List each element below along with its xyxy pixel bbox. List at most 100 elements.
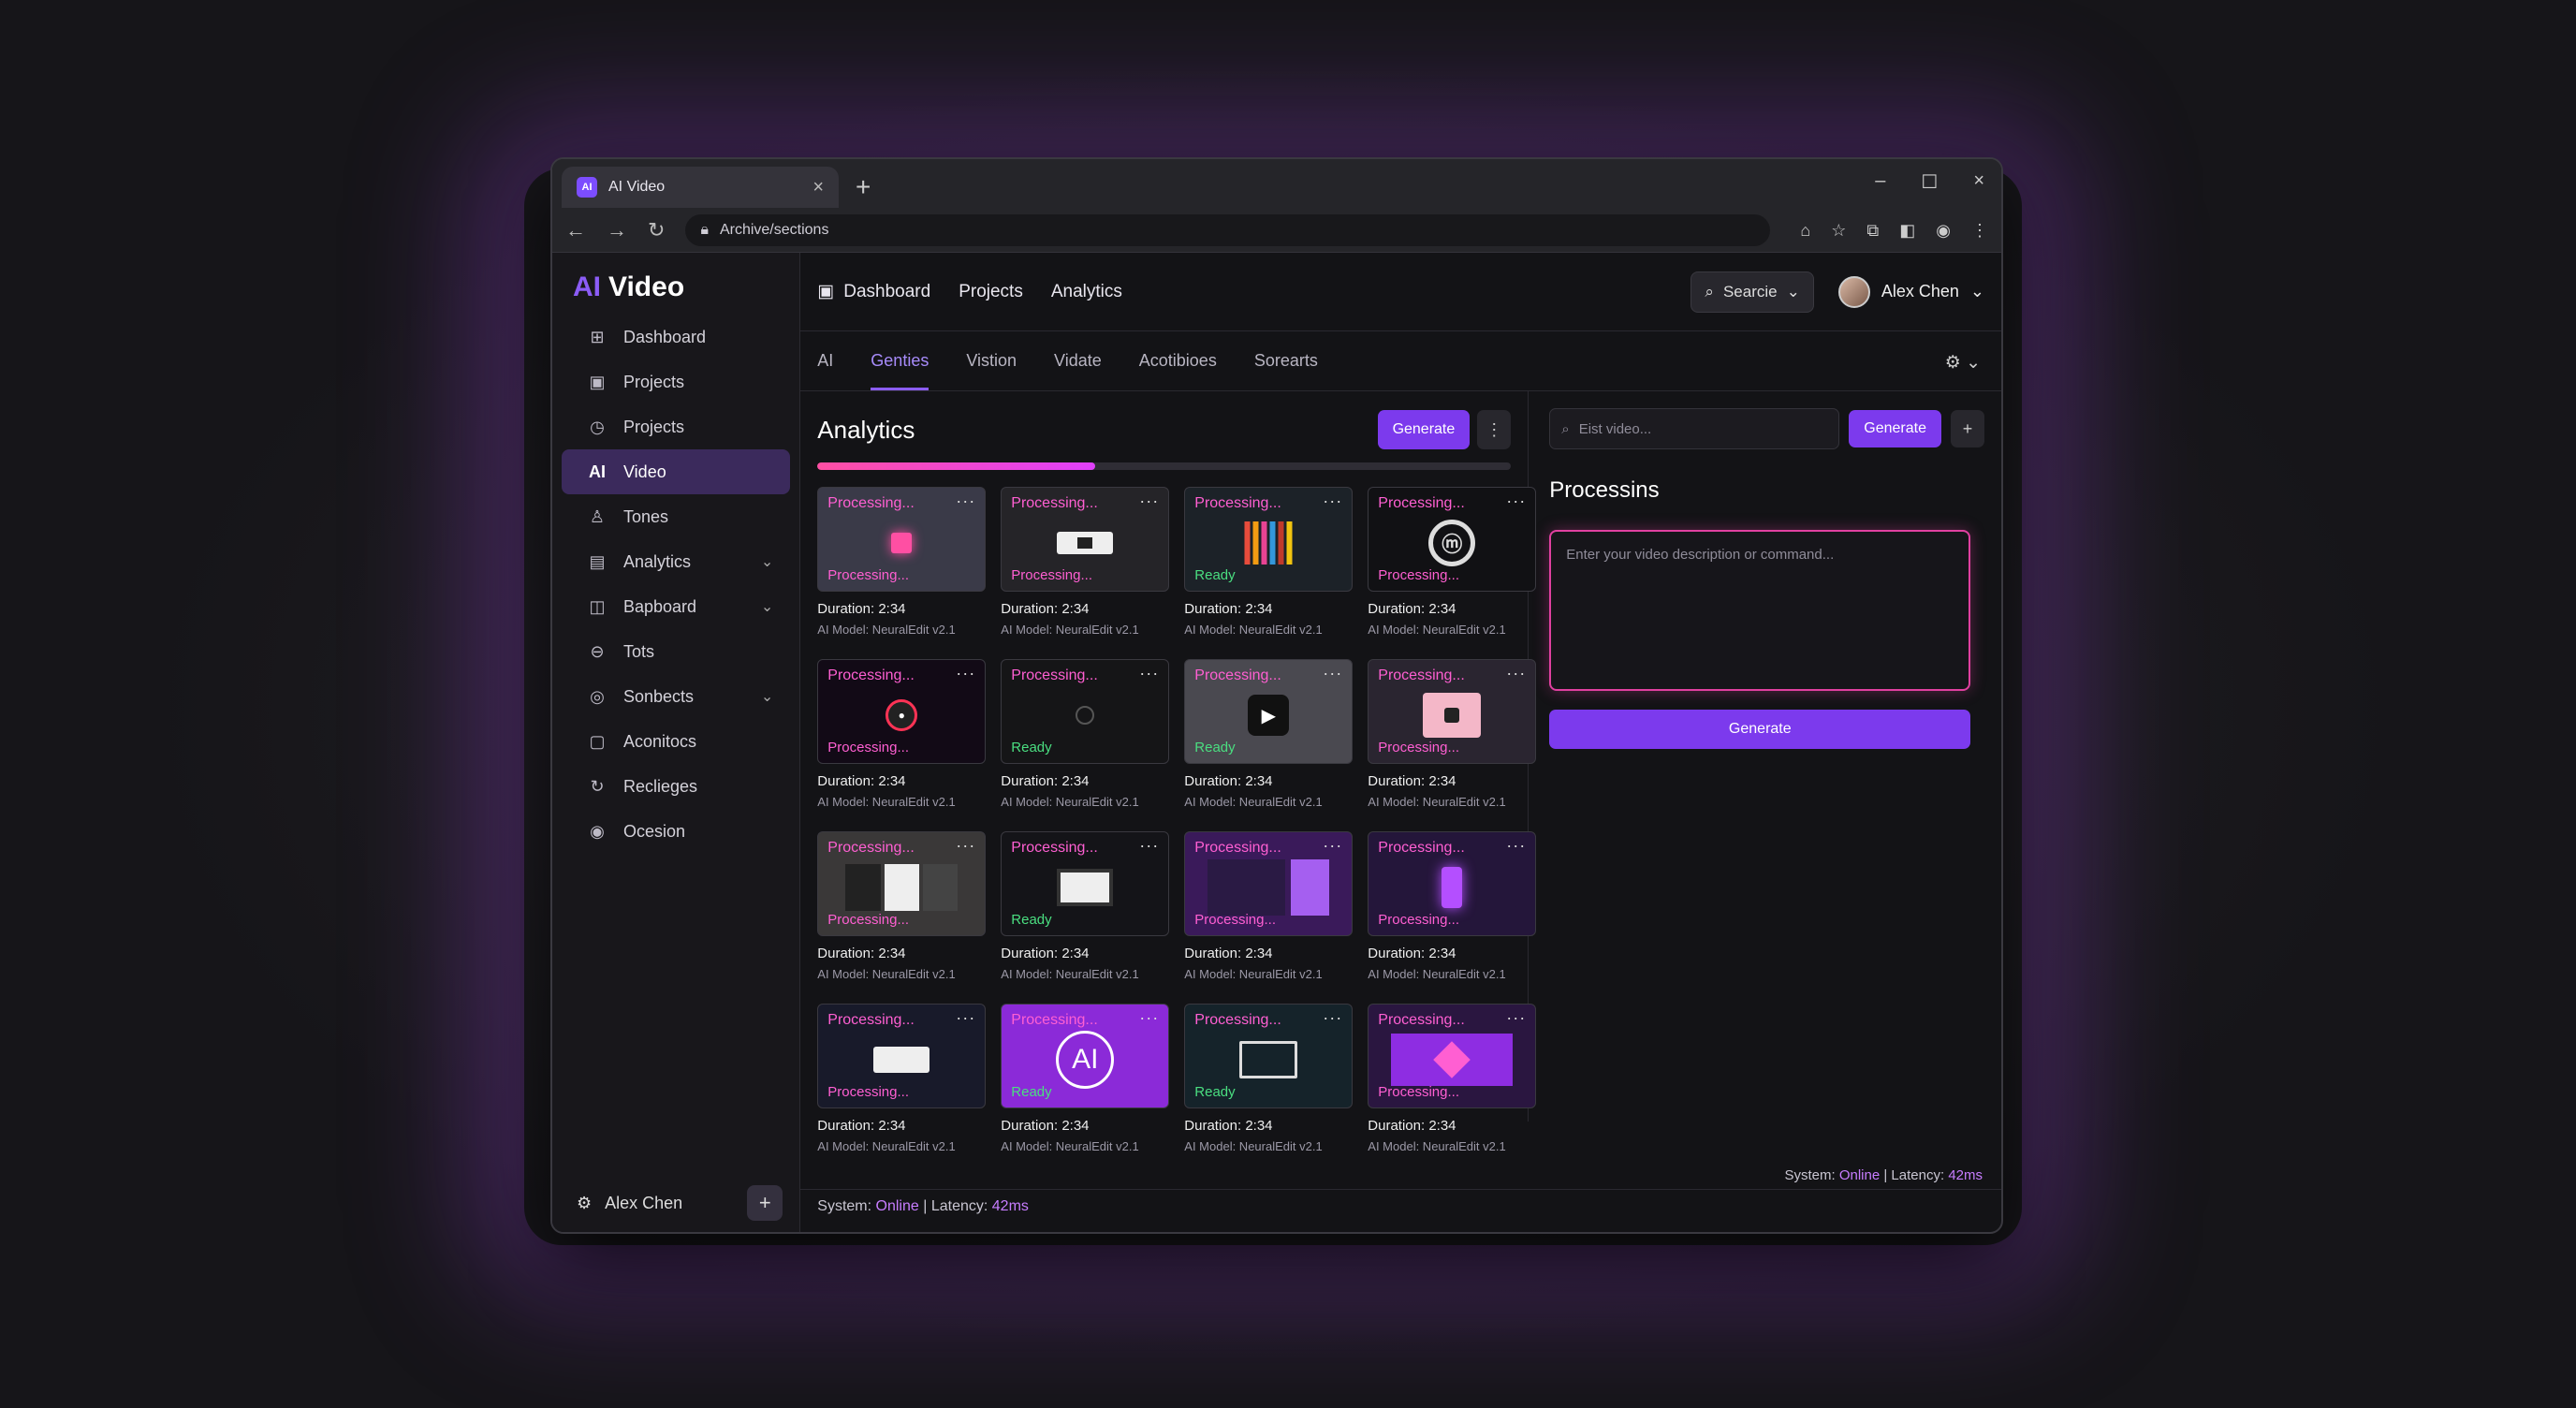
sidebar-toggle-icon[interactable]: ◧ xyxy=(1899,221,1915,241)
profile-icon[interactable]: ◉ xyxy=(1936,221,1951,241)
maximize-icon[interactable]: ☐ xyxy=(1921,170,1938,194)
app-logo[interactable]: AI Video xyxy=(552,260,799,315)
sidebar-item-aconitocs[interactable]: ▢ Aconitocs xyxy=(562,719,790,764)
video-thumbnail[interactable]: ● Processing... ··· Processing... xyxy=(817,659,987,764)
video-card[interactable]: Processing... ··· Processing... Duration… xyxy=(817,487,987,646)
settings-gear-icon[interactable]: ⚙ ⌄ xyxy=(1945,352,1981,374)
sidebar-item-projects[interactable]: ◷ Projects xyxy=(562,404,790,449)
tab-acotibioes[interactable]: Acotibioes xyxy=(1139,351,1217,390)
video-card[interactable]: Processing... ··· Processing... Duration… xyxy=(1368,1004,1537,1163)
video-card[interactable]: AI Processing... ··· Ready Duration: 2:3… xyxy=(1001,1004,1170,1163)
video-thumbnail[interactable]: Processing... ··· Processing... xyxy=(817,487,987,592)
video-card[interactable]: ● Processing... ··· Processing... Durati… xyxy=(817,659,987,818)
search-dropdown[interactable]: ⌕ Searcie ⌄ xyxy=(1690,271,1814,313)
footer-user-name[interactable]: Alex Chen xyxy=(605,1194,734,1213)
generate-video-button[interactable]: Generate xyxy=(1549,710,1971,749)
more-options-icon[interactable]: ··· xyxy=(956,836,975,856)
sidebar-item-tones[interactable]: ♙ Tones xyxy=(562,494,790,539)
video-thumbnail[interactable]: Processing... ··· Processing... xyxy=(817,1004,987,1108)
video-thumbnail[interactable]: Processing... ··· Processing... xyxy=(1001,487,1170,592)
video-thumbnail[interactable]: ▶ Processing... ··· Ready xyxy=(1184,659,1354,764)
more-options-icon[interactable]: ··· xyxy=(1506,836,1526,856)
more-options-icon[interactable]: ··· xyxy=(1506,664,1526,683)
more-options-icon[interactable]: ··· xyxy=(956,491,975,511)
more-options-icon[interactable]: ··· xyxy=(1139,1008,1159,1028)
tab-genties[interactable]: Genties xyxy=(871,351,929,390)
video-thumbnail[interactable]: Processing... ··· Ready xyxy=(1184,1004,1354,1108)
topnav-analytics[interactable]: Analytics xyxy=(1051,282,1122,302)
settings-icon[interactable]: ⚙ xyxy=(577,1194,592,1213)
video-thumbnail[interactable]: Processing... ··· Processing... xyxy=(1368,1004,1537,1108)
video-card[interactable]: Processing... ··· Ready Duration: 2:34 A… xyxy=(1001,831,1170,990)
more-options-icon[interactable]: ··· xyxy=(956,1008,975,1028)
video-thumbnail[interactable]: Processing... ··· Ready xyxy=(1001,831,1170,936)
minimize-icon[interactable]: – xyxy=(1875,170,1885,194)
more-options-icon[interactable]: ··· xyxy=(1139,664,1159,683)
video-card[interactable]: Processing... ··· Ready Duration: 2:34 A… xyxy=(1184,1004,1354,1163)
generate-button[interactable]: Generate xyxy=(1377,410,1471,449)
sidebar-item-ocesion[interactable]: ◉ Ocesion xyxy=(562,809,790,854)
video-thumbnail[interactable]: Processing... ··· Ready xyxy=(1001,659,1170,764)
generate-button[interactable]: Generate xyxy=(1849,410,1941,447)
new-tab-icon[interactable]: + xyxy=(856,172,871,202)
topnav-dashboard[interactable]: ▣ Dashboard xyxy=(817,281,930,302)
more-options-icon[interactable]: ··· xyxy=(1323,836,1342,856)
more-options-icon[interactable]: ··· xyxy=(1323,491,1342,511)
video-thumbnail[interactable]: Processing... ··· Processing... xyxy=(1184,831,1354,936)
close-tab-icon[interactable]: × xyxy=(812,177,824,198)
video-thumbnail[interactable]: Processing... ··· Ready xyxy=(1184,487,1354,592)
tab-vistion[interactable]: Vistion xyxy=(966,351,1017,390)
more-options-icon[interactable]: ··· xyxy=(1506,1008,1526,1028)
sidebar-item-sonbects[interactable]: ◎ Sonbects ⌄ xyxy=(562,674,790,719)
more-options-icon[interactable]: ⋮ xyxy=(1477,410,1512,449)
add-button[interactable]: + xyxy=(747,1185,783,1221)
sidebar-item-reclieges[interactable]: ↻ Reclieges xyxy=(562,764,790,809)
video-search-input[interactable]: ⌕ Eist video... xyxy=(1549,408,1840,449)
video-card[interactable]: Processing... ··· Processing... Duration… xyxy=(817,831,987,990)
more-options-icon[interactable]: ··· xyxy=(1323,664,1342,683)
user-menu[interactable]: Alex Chen ⌄ xyxy=(1837,275,1984,308)
video-card[interactable]: Processing... ··· Processing... Duration… xyxy=(817,1004,987,1163)
more-options-icon[interactable]: ··· xyxy=(956,664,975,683)
close-window-icon[interactable]: × xyxy=(1973,170,1984,194)
sidebar-item-projects[interactable]: ▣ Projects xyxy=(562,359,790,404)
status-badge: Ready xyxy=(1011,1084,1052,1100)
more-options-icon[interactable]: ··· xyxy=(1506,491,1526,511)
tab-sorearts[interactable]: Sorearts xyxy=(1254,351,1318,390)
back-icon[interactable]: ← xyxy=(565,218,586,242)
video-card[interactable]: Processing... ··· Processing... Duration… xyxy=(1184,831,1354,990)
tab-vidate[interactable]: Vidate xyxy=(1054,351,1102,390)
browser-tab[interactable]: AI AI Video × xyxy=(562,167,839,208)
video-card[interactable]: Processing... ··· Processing... Duration… xyxy=(1368,659,1537,818)
video-card[interactable]: Processing... ··· Ready Duration: 2:34 A… xyxy=(1001,659,1170,818)
more-options-icon[interactable]: ··· xyxy=(1139,836,1159,856)
add-icon[interactable]: + xyxy=(1951,410,1984,447)
forward-icon[interactable]: → xyxy=(607,218,627,242)
video-card[interactable]: ▶ Processing... ··· Ready Duration: 2:34… xyxy=(1184,659,1354,818)
more-options-icon[interactable]: ··· xyxy=(1323,1008,1342,1028)
video-thumbnail[interactable]: Processing... ··· Processing... xyxy=(1368,831,1537,936)
sidebar-item-tots[interactable]: ⊖ Tots xyxy=(562,629,790,674)
video-thumbnail[interactable]: Processing... ··· Processing... xyxy=(817,831,987,936)
sidebar-item-dashboard[interactable]: ⊞ Dashboard xyxy=(562,315,790,359)
sidebar-item-bapboard[interactable]: ◫ Bapboard ⌄ xyxy=(562,584,790,629)
sidebar-item-video[interactable]: AI Video xyxy=(562,449,791,494)
prompt-textarea[interactable]: Enter your video description or command.… xyxy=(1549,530,1971,691)
more-options-icon[interactable]: ··· xyxy=(1139,491,1159,511)
video-thumbnail[interactable]: AI Processing... ··· Ready xyxy=(1001,1004,1170,1108)
tab-ai[interactable]: AI xyxy=(817,351,833,390)
puzzle-icon[interactable]: ⧉ xyxy=(1866,221,1879,241)
video-card[interactable]: Processing... ··· Ready Duration: 2:34 A… xyxy=(1184,487,1354,646)
video-card[interactable]: Processing... ··· Processing... Duration… xyxy=(1001,487,1170,646)
video-thumbnail[interactable]: Processing... ··· Processing... xyxy=(1368,659,1537,764)
extension-icon[interactable]: ⌂ xyxy=(1800,221,1810,241)
reload-icon[interactable]: ↻ xyxy=(648,218,665,242)
video-card[interactable]: ⓜ Processing... ··· Processing... Durati… xyxy=(1368,487,1537,646)
address-bar[interactable]: 🔒︎ Archive/sections xyxy=(685,214,1771,246)
star-icon[interactable]: ☆ xyxy=(1831,221,1846,241)
sidebar-item-analytics[interactable]: ▤ Analytics ⌄ xyxy=(562,539,790,584)
menu-dots-icon[interactable]: ⋮ xyxy=(1971,221,1988,241)
video-thumbnail[interactable]: ⓜ Processing... ··· Processing... xyxy=(1368,487,1537,592)
video-card[interactable]: Processing... ··· Processing... Duration… xyxy=(1368,831,1537,990)
topnav-projects[interactable]: Projects xyxy=(959,282,1023,302)
